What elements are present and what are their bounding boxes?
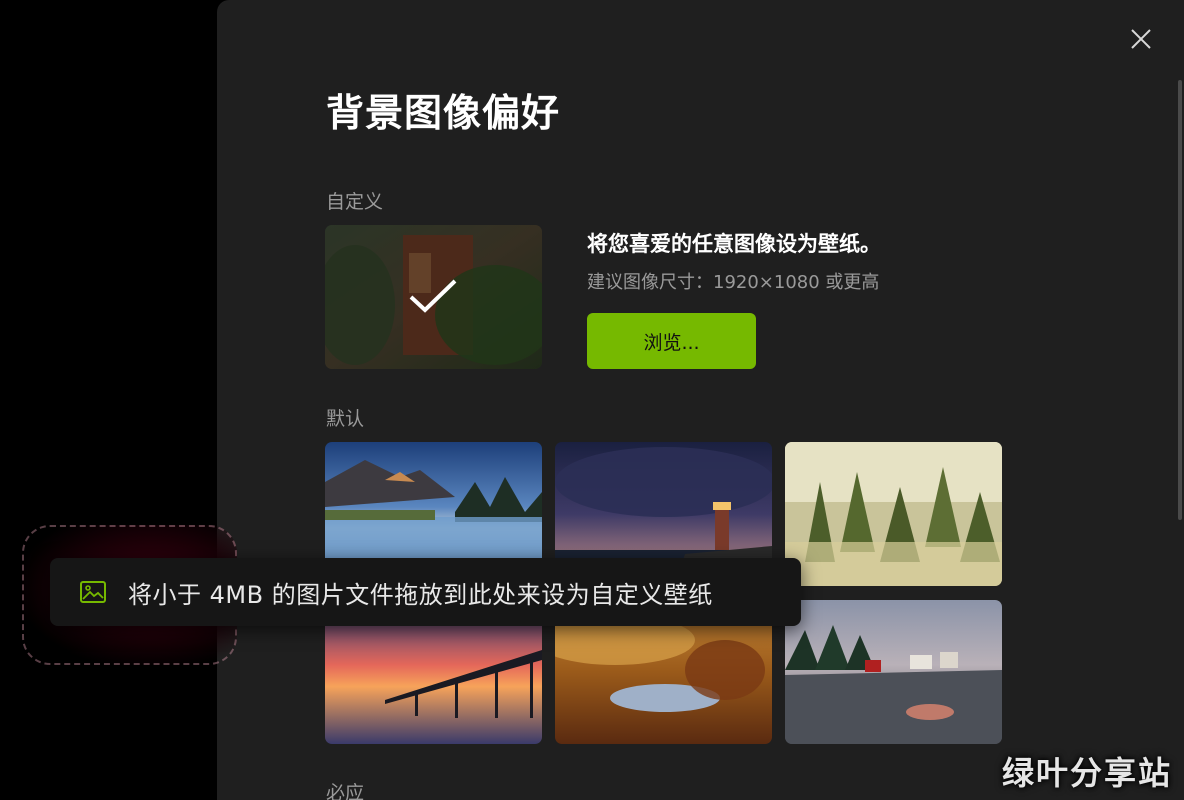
dialog-title: 背景图像偏好: [326, 91, 561, 135]
section-label-default: 默认: [326, 408, 365, 430]
wallpaper-image: [785, 442, 1002, 586]
image-icon: [80, 581, 106, 603]
custom-wallpaper-thumbnail[interactable]: [325, 225, 542, 369]
wallpaper-misty-forest[interactable]: [785, 442, 1002, 586]
section-label-bing: 必应: [326, 782, 365, 800]
wallpaper-rocky-coast-village[interactable]: [785, 600, 1002, 744]
background-preferences-dialog: 背景图像偏好 自定义 将您喜爱的任意图像设为壁纸。 建议图像尺寸：1920×10…: [217, 0, 1184, 800]
scrollbar-thumb[interactable]: [1178, 80, 1182, 520]
custom-description: 将您喜爱的任意图像设为壁纸。: [587, 232, 881, 256]
section-label-custom: 自定义: [326, 191, 384, 213]
drag-drop-tooltip-text: 将小于 4MB 的图片文件拖放到此处来设为自定义壁纸: [128, 580, 713, 609]
selected-check-icon: [409, 279, 457, 313]
close-icon[interactable]: [1128, 26, 1154, 52]
scrollbar[interactable]: [1176, 80, 1184, 520]
wallpaper-image: [785, 600, 1002, 744]
browse-button[interactable]: 浏览...: [587, 313, 756, 369]
custom-size-hint: 建议图像尺寸：1920×1080 或更高: [587, 272, 880, 293]
drag-drop-tooltip: 将小于 4MB 的图片文件拖放到此处来设为自定义壁纸: [50, 558, 801, 626]
watermark: 绿叶分享站: [1001, 754, 1172, 792]
